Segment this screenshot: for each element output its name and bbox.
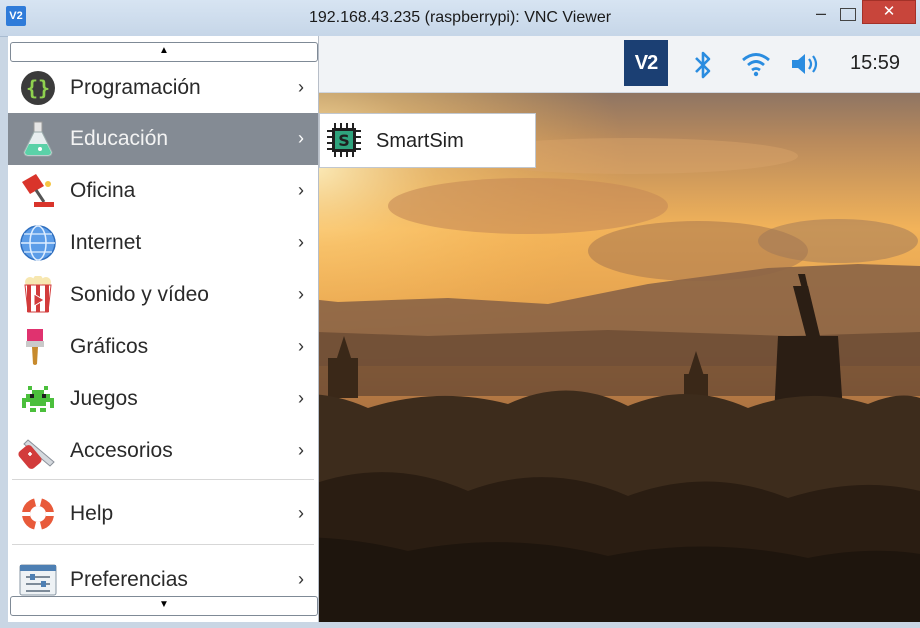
preferences-sliders-icon	[19, 564, 57, 596]
window-title: 192.168.43.235 (raspberrypi): VNC Viewer	[308, 9, 612, 26]
menu-item-educacion[interactable]: Educación ›	[8, 113, 318, 165]
chip-letter: S	[338, 131, 350, 150]
office-lamp-icon	[22, 174, 54, 207]
menu-item-internet[interactable]: Internet ›	[8, 217, 318, 269]
smartsim-chip-icon: S	[327, 123, 361, 157]
menu-item-oficina[interactable]: Oficina ›	[8, 165, 318, 217]
bluetooth-icon[interactable]	[692, 50, 714, 80]
sound-video-popcorn-icon	[24, 276, 52, 313]
clock[interactable]: 15:59	[850, 52, 900, 75]
remote-desktop: V2 15:59 ▲ {} Programación › Educación ›…	[8, 36, 920, 622]
menu-item-label: Internet	[70, 231, 142, 254]
menu-item-label: Juegos	[70, 387, 138, 410]
submenu-arrow-icon: ›	[298, 128, 304, 148]
programming-braces-icon: {}	[21, 71, 55, 105]
submenu-arrow-icon: ›	[298, 284, 304, 304]
maximize-button[interactable]	[840, 8, 856, 21]
submenu-arrow-icon: ›	[298, 388, 304, 408]
menu-item-label: Accesorios	[70, 439, 173, 462]
menu-item-label: Help	[70, 502, 114, 525]
submenu-arrow-icon: ›	[298, 180, 304, 200]
internet-globe-icon	[20, 225, 56, 261]
help-lifebuoy-icon	[22, 498, 54, 530]
accessories-knife-icon	[18, 439, 55, 469]
education-flask-icon	[23, 121, 53, 157]
submenu-item-label: SmartSim	[376, 130, 464, 152]
menu-item-label: Oficina	[70, 179, 136, 202]
submenu-arrow-icon: ›	[298, 77, 304, 97]
close-button[interactable]: ✕	[862, 0, 916, 24]
games-invader-icon	[22, 386, 54, 412]
menu-item-label: Educación	[70, 127, 169, 150]
menu-separator	[12, 479, 314, 480]
menu-item-help[interactable]: Help ›	[8, 488, 318, 540]
volume-icon[interactable]	[788, 50, 824, 78]
submenu-arrow-icon: ›	[298, 503, 304, 523]
vnc-icon[interactable]: V2	[624, 40, 668, 86]
submenu-arrow-icon: ›	[298, 569, 304, 589]
menu-item-label: Programación	[70, 76, 201, 99]
vnc-titlebar: V2 192.168.43.235 (raspberrypi): VNC Vie…	[0, 0, 920, 37]
wifi-icon[interactable]	[740, 50, 772, 78]
minimize-button[interactable]: –	[806, 4, 836, 26]
svg-text:{}: {}	[26, 76, 50, 100]
menu-item-accesorios[interactable]: Accesorios ›	[8, 425, 318, 477]
educacion-submenu: S SmartSim	[319, 113, 536, 168]
submenu-arrow-icon: ›	[298, 336, 304, 356]
menu-item-juegos[interactable]: Juegos ›	[8, 373, 318, 425]
graphics-brush-icon	[26, 329, 44, 365]
menu-item-sonido-y-video[interactable]: Sonido y vídeo ›	[8, 269, 318, 321]
menu-separator	[12, 544, 314, 545]
menu-item-label: Sonido y vídeo	[70, 283, 209, 306]
menu-item-label: Gráficos	[70, 335, 149, 358]
submenu-item-smartsim[interactable]: S SmartSim	[320, 114, 535, 167]
applications-menu: ▲ {} Programación › Educación › Oficina …	[8, 36, 319, 622]
submenu-arrow-icon: ›	[298, 440, 304, 460]
menu-item-graficos[interactable]: Gráficos ›	[8, 321, 318, 373]
menu-item-label: Preferencias	[70, 568, 188, 591]
menu-scroll-up-button[interactable]: ▲	[10, 42, 318, 62]
menu-scroll-down-button[interactable]: ▼	[10, 596, 318, 616]
menu-item-programacion[interactable]: {} Programación ›	[8, 62, 318, 114]
submenu-arrow-icon: ›	[298, 232, 304, 252]
